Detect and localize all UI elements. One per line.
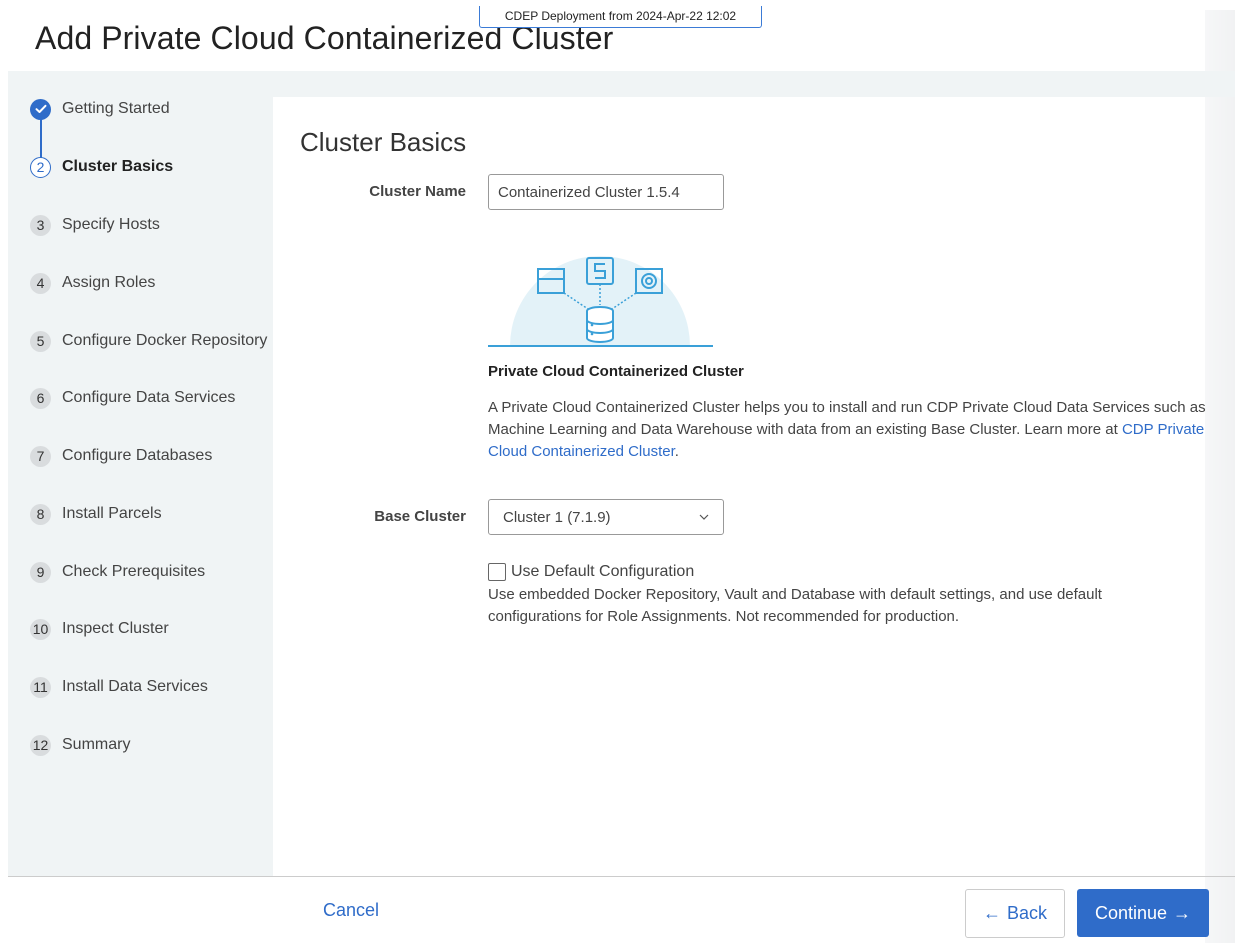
- step-number: 2: [30, 156, 51, 178]
- base-cluster-select[interactable]: Cluster 1 (7.1.9): [488, 499, 724, 535]
- base-cluster-label: Base Cluster: [374, 508, 466, 525]
- step-number: 5: [30, 330, 51, 352]
- description-title: Private Cloud Containerized Cluster: [488, 363, 744, 380]
- default-config-help-text: Use embedded Docker Repository, Vault an…: [488, 586, 1102, 625]
- cancel-button[interactable]: Cancel: [323, 900, 379, 921]
- step-label: Getting Started: [62, 100, 170, 117]
- default-config-checkbox[interactable]: [488, 563, 506, 581]
- step-label: Check Prerequisites: [62, 563, 206, 580]
- continue-button[interactable]: Continue →: [1077, 889, 1209, 937]
- step-label: Configure Data Services: [62, 389, 236, 406]
- cluster-name-label: Cluster Name: [369, 183, 466, 200]
- step-inspect-cluster[interactable]: 10 Inspect Cluster: [30, 617, 169, 641]
- wizard-top-band: [8, 71, 1235, 97]
- step-label: Assign Roles: [62, 274, 156, 291]
- wizard-steps-sidebar: Getting Started 2 Cluster Basics 3 Speci…: [8, 97, 273, 876]
- checkmark-circle-icon: [30, 98, 51, 120]
- footer-divider: [8, 876, 1235, 877]
- step-number: 9: [30, 561, 51, 583]
- step-number: 11: [30, 676, 51, 698]
- step-number: 6: [30, 387, 51, 409]
- deployment-badge: CDEP Deployment from 2024-Apr-22 12:02: [479, 6, 762, 28]
- step-configure-docker-repository[interactable]: 5 Configure Docker Repository: [30, 329, 267, 353]
- step-label: Specify Hosts: [62, 216, 160, 233]
- description-body: A Private Cloud Containerized Cluster he…: [488, 399, 1206, 438]
- main-content: Cluster Basics Cluster Name Private Clou…: [273, 97, 1208, 876]
- description-end: .: [674, 443, 679, 460]
- step-install-parcels[interactable]: 8 Install Parcels: [30, 502, 162, 526]
- step-summary[interactable]: 12 Summary: [30, 733, 130, 757]
- step-check-prerequisites[interactable]: 9 Check Prerequisites: [30, 560, 205, 584]
- step-number: 4: [30, 272, 51, 294]
- right-edge-shadow: [1205, 10, 1235, 943]
- step-number: 10: [30, 618, 51, 640]
- step-specify-hosts[interactable]: 3 Specify Hosts: [30, 213, 160, 237]
- step-number: 3: [30, 214, 51, 236]
- containerized-cluster-illustration-icon: [488, 256, 713, 347]
- step-configure-databases[interactable]: 7 Configure Databases: [30, 444, 212, 468]
- step-assign-roles[interactable]: 4 Assign Roles: [30, 271, 155, 295]
- arrow-right-icon: →: [1173, 902, 1192, 923]
- default-config-option: Use Default Configuration: [488, 563, 694, 581]
- base-cluster-selected-value: Cluster 1 (7.1.9): [503, 508, 611, 526]
- description-text: A Private Cloud Containerized Cluster he…: [488, 397, 1208, 463]
- default-config-label[interactable]: Use Default Configuration: [511, 563, 694, 581]
- step-number: 12: [30, 734, 51, 756]
- arrow-left-icon: ←: [982, 903, 1001, 923]
- chevron-down-icon: [699, 512, 709, 522]
- step-label: Summary: [62, 736, 131, 753]
- section-title: Cluster Basics: [300, 127, 467, 157]
- step-label: Cluster Basics: [62, 158, 174, 175]
- back-button[interactable]: ← Back: [965, 889, 1065, 938]
- step-label: Configure Databases: [62, 447, 213, 464]
- step-label: Install Parcels: [62, 505, 162, 522]
- continue-button-label: Continue: [1094, 902, 1168, 923]
- step-label: Install Data Services: [62, 678, 208, 695]
- step-cluster-basics[interactable]: 2 Cluster Basics: [30, 155, 173, 179]
- step-number: 7: [30, 445, 51, 467]
- step-install-data-services[interactable]: 11 Install Data Services: [30, 675, 208, 699]
- cluster-name-input[interactable]: [488, 174, 724, 210]
- step-configure-data-services[interactable]: 6 Configure Data Services: [30, 386, 235, 410]
- back-button-label: Back: [1006, 903, 1048, 923]
- step-label: Inspect Cluster: [62, 620, 169, 637]
- step-getting-started[interactable]: Getting Started: [30, 97, 170, 121]
- step-number: 8: [30, 503, 51, 525]
- step-label: Configure Docker Repository: [62, 332, 268, 349]
